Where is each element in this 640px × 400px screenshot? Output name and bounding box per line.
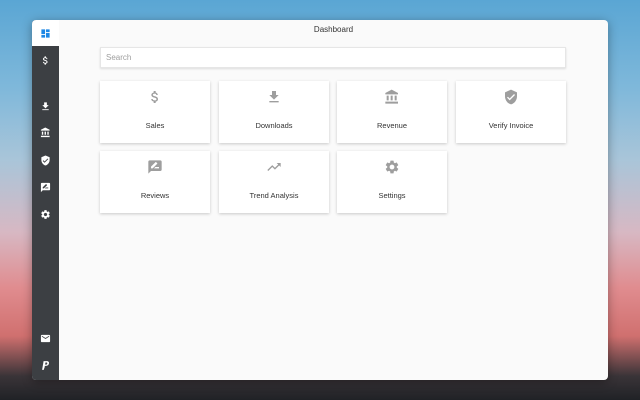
- card-revenue[interactable]: Revenue: [337, 81, 447, 143]
- page-title: Dashboard: [313, 25, 354, 34]
- verified-shield-icon: [505, 89, 517, 105]
- card-label: Reviews: [140, 191, 170, 200]
- paypal-icon: [42, 360, 50, 370]
- sidebar-item-dashboard[interactable]: [32, 20, 59, 46]
- bank-icon: [40, 126, 50, 137]
- dollar-icon: [151, 91, 158, 103]
- sidebar-item-mail[interactable]: [32, 325, 59, 351]
- download-icon: [42, 101, 49, 110]
- sidebar-item-verify-invoice[interactable]: [32, 147, 59, 173]
- download-icon: [269, 91, 279, 103]
- rate-review-icon: [40, 182, 51, 192]
- sidebar-item-settings[interactable]: [32, 201, 59, 227]
- trending-up-icon: [267, 163, 281, 171]
- card-label: Sales: [145, 121, 165, 130]
- card-reviews[interactable]: Reviews: [100, 151, 210, 213]
- mail-icon: [40, 334, 51, 342]
- sidebar-item-sales[interactable]: [32, 47, 59, 73]
- app-window: Dashboard Sales Downloads Revenue Verify…: [32, 20, 608, 380]
- card-label: Revenue: [376, 121, 408, 130]
- dashboard-icon: [41, 28, 50, 38]
- sidebar-item-paypal[interactable]: [32, 352, 59, 378]
- verified-shield-icon: [41, 154, 50, 166]
- card-label: Trend Analysis: [249, 191, 299, 200]
- bank-icon: [385, 89, 398, 104]
- sidebar-item-downloads[interactable]: [32, 93, 59, 119]
- rate-review-icon: [148, 160, 162, 174]
- dollar-icon: [42, 55, 48, 65]
- main-content: Dashboard Sales Downloads Revenue Verify…: [59, 20, 608, 380]
- card-trend-analysis[interactable]: Trend Analysis: [219, 151, 329, 213]
- gear-icon: [41, 209, 50, 219]
- card-settings[interactable]: Settings: [337, 151, 447, 213]
- gear-icon: [385, 160, 399, 174]
- sidebar-item-reviews[interactable]: [32, 174, 59, 200]
- card-label: Verify Invoice: [488, 121, 534, 130]
- search-input[interactable]: [100, 47, 566, 68]
- card-label: Settings: [378, 191, 406, 200]
- card-sales[interactable]: Sales: [100, 81, 210, 143]
- sidebar: [32, 20, 59, 380]
- card-label: Downloads: [255, 121, 293, 130]
- card-verify-invoice[interactable]: Verify Invoice: [456, 81, 566, 143]
- sidebar-item-revenue[interactable]: [32, 119, 59, 145]
- card-downloads[interactable]: Downloads: [219, 81, 329, 143]
